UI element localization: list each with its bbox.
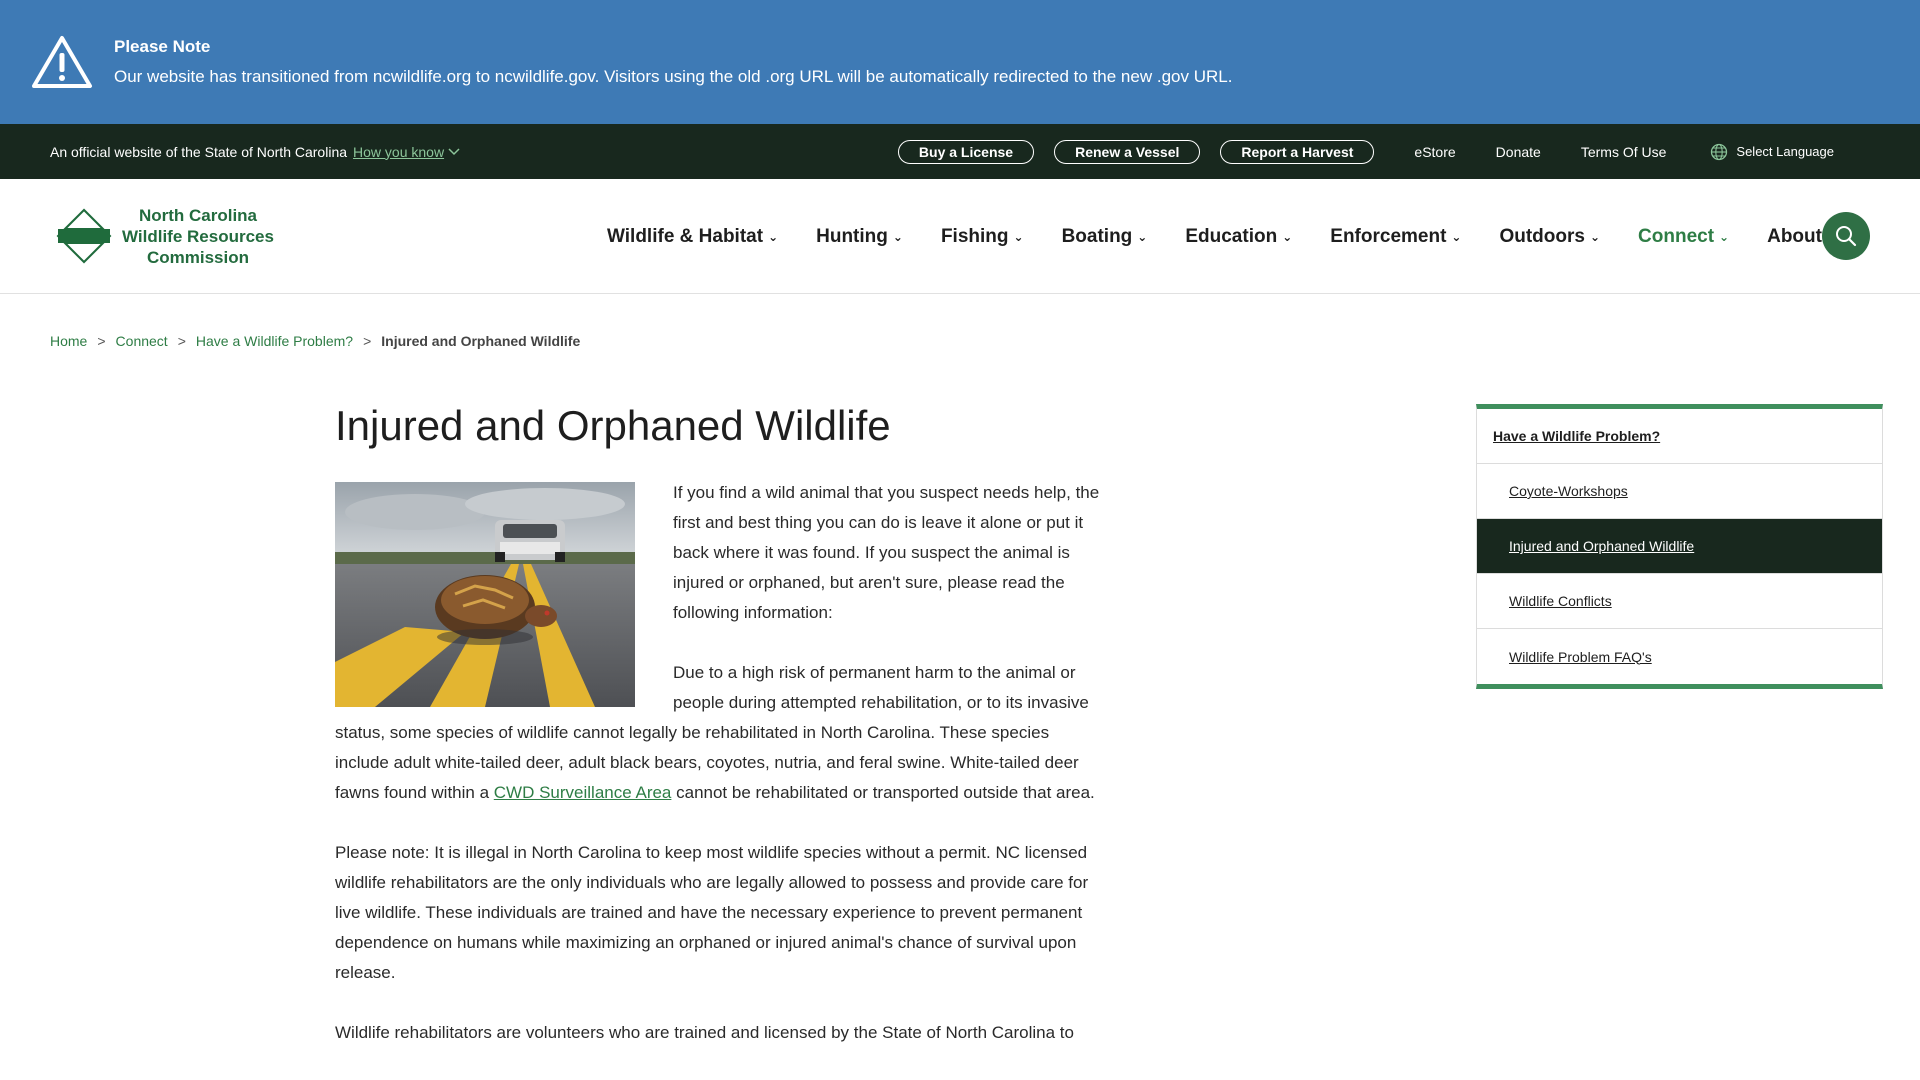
side-nav-coyote-workshops[interactable]: Coyote-Workshops xyxy=(1477,464,1882,519)
breadcrumb: Home > Connect > Have a Wildlife Problem… xyxy=(50,333,580,349)
breadcrumb-separator: > xyxy=(177,333,186,349)
alert-banner: Please Note Our website has transitioned… xyxy=(0,0,1920,124)
chevron-down-icon: ⌄ xyxy=(892,229,903,244)
chevron-down-icon: ⌄ xyxy=(1589,229,1601,244)
estore-link[interactable]: eStore xyxy=(1414,144,1455,160)
article-body: If you find a wild animal that you suspe… xyxy=(335,478,1100,1048)
side-nav-injured-orphaned-wildlife[interactable]: Injured and Orphaned Wildlife xyxy=(1477,519,1882,574)
nav-education[interactable]: Education ⌄ xyxy=(1185,226,1292,248)
nav-label: Enforcement xyxy=(1330,225,1447,247)
logo-line-3: Commission xyxy=(146,247,249,267)
how-you-know-link[interactable]: How you know xyxy=(353,144,460,160)
chevron-down-icon xyxy=(448,147,460,155)
search-icon xyxy=(1836,226,1857,247)
nav-wildlife-habitat[interactable]: Wildlife & Habitat ⌄ xyxy=(607,226,778,248)
nav-label: Connect xyxy=(1638,225,1715,247)
page-title: Injured and Orphaned Wildlife xyxy=(335,402,891,449)
nav-connect[interactable]: Connect ⌄ xyxy=(1638,226,1729,248)
buy-license-button[interactable]: Buy a License xyxy=(897,139,1035,164)
nav-fishing[interactable]: Fishing ⌄ xyxy=(941,226,1024,248)
box-turtle-on-road-image xyxy=(335,482,635,707)
breadcrumb-separator: > xyxy=(97,333,106,349)
diamond-logo-icon xyxy=(56,208,112,264)
globe-icon xyxy=(1711,143,1728,160)
terms-of-use-link[interactable]: Terms Of Use xyxy=(1581,144,1667,160)
nav-label: Outdoors xyxy=(1499,225,1585,247)
chevron-down-icon: ⌄ xyxy=(1451,229,1462,244)
logo-text: North Carolina Wildlife Resources Commis… xyxy=(122,205,274,268)
side-nav-wildlife-conflicts[interactable]: Wildlife Conflicts xyxy=(1477,574,1882,629)
logo-line-2: Wildlife Resources xyxy=(122,226,274,246)
nav-label: Hunting xyxy=(816,225,888,247)
breadcrumb-current: Injured and Orphaned Wildlife xyxy=(381,333,581,349)
side-nav-heading-link[interactable]: Have a Wildlife Problem? xyxy=(1477,409,1882,464)
chevron-down-icon: ⌄ xyxy=(1719,229,1730,244)
utility-bar: An official website of the State of Nort… xyxy=(0,124,1920,179)
breadcrumb-connect[interactable]: Connect xyxy=(116,333,168,349)
chevron-down-icon: ⌄ xyxy=(1137,229,1148,244)
chevron-down-icon: ⌄ xyxy=(768,229,779,244)
nav-label: Boating xyxy=(1061,225,1133,247)
paragraph-please-note: Please note: It is illegal in North Caro… xyxy=(335,843,1089,982)
official-site-notice: An official website of the State of Nort… xyxy=(50,144,460,160)
paragraph-text: cannot be rehabilitated or transported o… xyxy=(671,783,1095,802)
warning-triangle-icon xyxy=(32,36,92,88)
site-header: North Carolina Wildlife Resources Commis… xyxy=(0,179,1920,294)
nav-label: Education xyxy=(1185,225,1278,247)
breadcrumb-home[interactable]: Home xyxy=(50,333,87,349)
logo-line-1: North Carolina xyxy=(138,205,257,225)
search-button[interactable] xyxy=(1822,212,1870,260)
side-nav-wildlife-problem-faqs[interactable]: Wildlife Problem FAQ's xyxy=(1477,629,1882,684)
alert-title: Please Note xyxy=(114,37,211,56)
main-content: Injured and Orphaned Wildlife If you fin… xyxy=(335,402,1100,1078)
chevron-down-icon: ⌄ xyxy=(1013,229,1024,244)
section-side-nav: Have a Wildlife Problem? Coyote-Workshop… xyxy=(1476,404,1883,689)
nav-hunting[interactable]: Hunting ⌄ xyxy=(816,226,903,248)
renew-vessel-button[interactable]: Renew a Vessel xyxy=(1054,139,1201,164)
alert-message: Our website has transitioned from ncwild… xyxy=(114,67,1233,86)
paragraph-rehabilitators: Wildlife rehabilitators are volunteers w… xyxy=(335,1023,1074,1042)
site-logo[interactable]: North Carolina Wildlife Resources Commis… xyxy=(56,205,274,268)
nav-outdoors[interactable]: Outdoors ⌄ xyxy=(1499,226,1600,248)
breadcrumb-separator: > xyxy=(363,333,372,349)
nav-boating[interactable]: Boating ⌄ xyxy=(1062,226,1148,248)
official-site-text: An official website of the State of Nort… xyxy=(50,143,348,160)
breadcrumb-wildlife-problem[interactable]: Have a Wildlife Problem? xyxy=(196,333,353,349)
donate-link[interactable]: Donate xyxy=(1496,144,1541,160)
nav-label: Wildlife & Habitat xyxy=(607,225,764,247)
chevron-down-icon: ⌄ xyxy=(1282,229,1293,244)
language-label: Select Language xyxy=(1736,144,1834,159)
how-you-know-label: How you know xyxy=(353,143,445,160)
main-navigation: Wildlife & Habitat ⌄ Hunting ⌄ Fishing ⌄ Bo… xyxy=(607,179,1875,294)
nav-label: About xyxy=(1767,225,1822,247)
report-harvest-button[interactable]: Report a Harvest xyxy=(1220,139,1375,164)
nav-enforcement[interactable]: Enforcement ⌄ xyxy=(1330,226,1461,248)
nav-label: Fishing xyxy=(940,225,1009,247)
cwd-surveillance-area-link[interactable]: CWD Surveillance Area xyxy=(494,783,672,802)
language-selector[interactable]: Select Language xyxy=(1710,143,1834,161)
